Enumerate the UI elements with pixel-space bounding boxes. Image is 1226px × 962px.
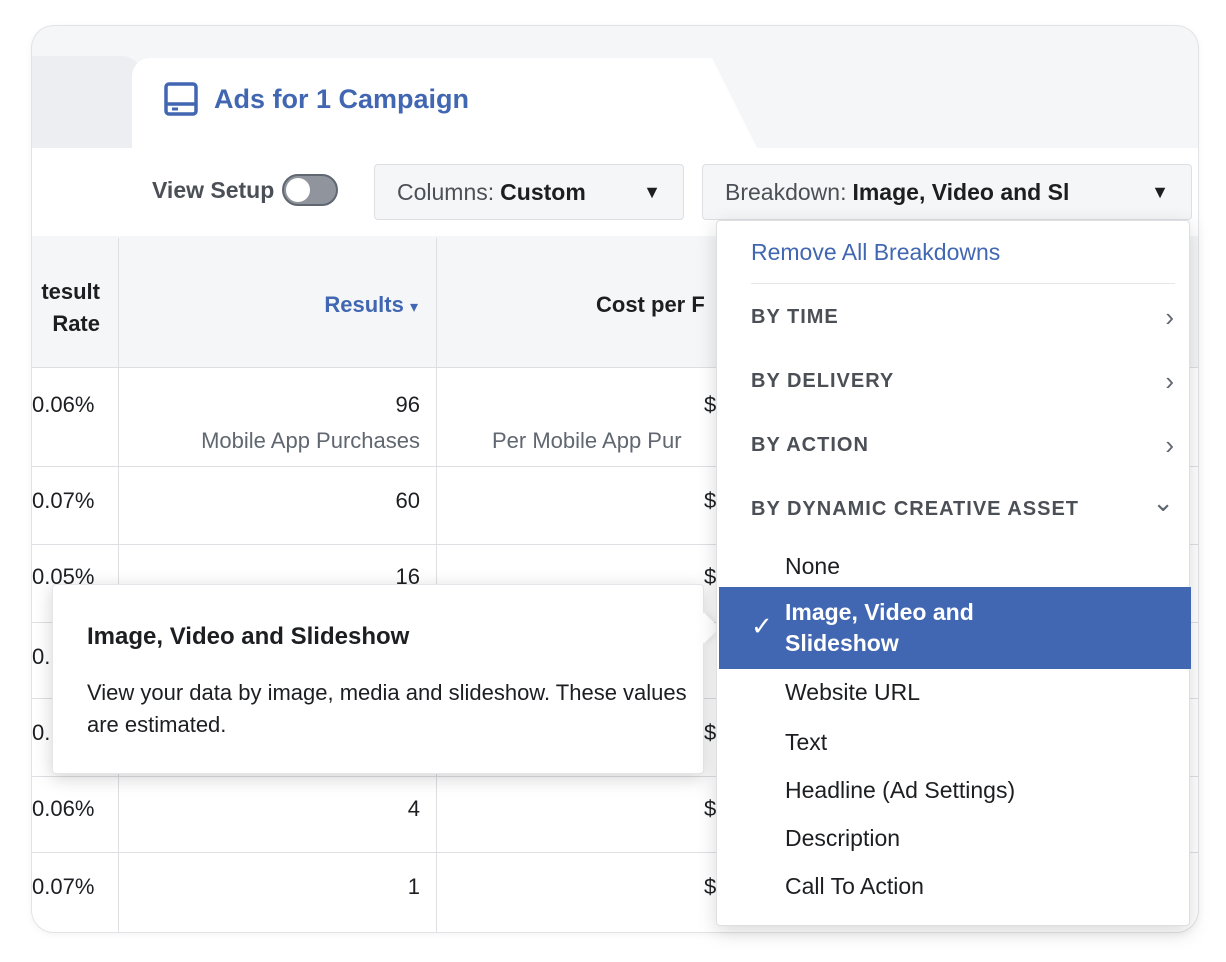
option-call-to-action[interactable]: Call To Action (785, 873, 924, 900)
cell-rate: 0. (32, 644, 51, 669)
cell-cost: $ (704, 564, 717, 589)
option-website-url[interactable]: Website URL (785, 679, 920, 706)
sort-desc-icon: ▾ (409, 299, 418, 316)
cell-results: 96 (395, 392, 420, 417)
cell-cost: $ (704, 488, 717, 513)
columns-value: Custom (500, 178, 586, 205)
option-text[interactable]: Text (785, 729, 827, 756)
tooltip-body: View your data by image, media and slide… (87, 680, 687, 737)
view-setup-control[interactable]: View Setup (152, 174, 339, 206)
tab-title-text: Ads for 1 Campaign (214, 83, 470, 114)
section-label: BY TIME (751, 305, 839, 328)
caret-down-icon: ▼ (1151, 181, 1169, 202)
breakdown-button[interactable]: Breakdown: Image, Video and Sl ▼ (702, 164, 1192, 220)
option-headline[interactable]: Headline (Ad Settings) (785, 777, 1015, 804)
cell-results: 1 (407, 874, 420, 899)
chevron-down-icon: ⌄ (1152, 486, 1175, 517)
option-none[interactable]: None (785, 553, 840, 580)
view-setup-label: View Setup (152, 176, 275, 203)
section-label: BY DYNAMIC CREATIVE ASSET (751, 497, 1079, 520)
cell-cost: $ (704, 874, 717, 899)
chevron-right-icon: › (1165, 365, 1175, 396)
caret-down-icon: ▼ (643, 181, 661, 202)
dropdown-divider (751, 283, 1175, 284)
header-result-rate[interactable]: tesult Rate (32, 276, 100, 340)
cell-results: 60 (395, 488, 420, 513)
checkmark-icon: ✓ (751, 611, 773, 641)
header-result-rate-line2: Rate (52, 311, 100, 336)
tooltip-title: Image, Video and Slideshow (87, 623, 410, 650)
breakdown-dropdown: Remove All Breakdowns BY TIME › BY DELIV… (716, 220, 1191, 926)
option-label: Image, Video and Slideshow (785, 599, 974, 656)
cell-rate: 0.06% (32, 392, 95, 417)
view-setup-toggle[interactable] (282, 174, 339, 206)
cell-results: 4 (407, 796, 420, 821)
section-by-time[interactable]: BY TIME › (751, 297, 1175, 337)
section-label: BY DELIVERY (751, 369, 895, 392)
cell-rate: 0.06% (32, 796, 95, 821)
header-cost-per-result[interactable]: Cost per F (596, 292, 705, 318)
section-by-action[interactable]: BY ACTION › (751, 425, 1175, 465)
columns-button[interactable]: Columns: Custom ▼ (374, 164, 684, 220)
cell-cost: $ (704, 392, 717, 417)
cell-cost: $ (704, 796, 717, 821)
option-image-video-slideshow[interactable]: ✓ Image, Video and Slideshow (719, 587, 1191, 669)
breakdown-value: Image, Video and Sl (852, 178, 1070, 205)
cell-rate: 0.07% (32, 488, 95, 513)
cell-rate: 0. (32, 720, 51, 745)
cell-cost: $ (704, 720, 717, 745)
cell-rate: 0.07% (32, 874, 95, 899)
breakdown-label: Breakdown: (725, 178, 847, 205)
chevron-right-icon: › (1165, 301, 1175, 332)
section-by-delivery[interactable]: BY DELIVERY › (751, 361, 1175, 401)
option-description[interactable]: Description (785, 825, 900, 852)
chevron-right-icon: › (1165, 429, 1175, 460)
cell-cost-sub: Per Mobile App Pur (492, 428, 682, 453)
section-label: BY ACTION (751, 433, 869, 456)
tab-ads-title[interactable]: Ads for 1 Campaign (164, 82, 469, 116)
remove-all-breakdowns-link[interactable]: Remove All Breakdowns (751, 239, 1000, 266)
header-results[interactable]: Results ▾ (132, 292, 418, 318)
columns-label: Columns: (397, 178, 495, 205)
header-results-label: Results (324, 292, 404, 317)
header-result-rate-line1: tesult (41, 279, 100, 304)
cell-results-sub: Mobile App Purchases (201, 428, 420, 453)
breakdown-tooltip: Image, Video and Slideshow View your dat… (52, 584, 704, 774)
section-by-dynamic-creative-asset[interactable]: BY DYNAMIC CREATIVE ASSET ⌄ (751, 486, 1175, 529)
ad-preview-icon (164, 82, 198, 116)
